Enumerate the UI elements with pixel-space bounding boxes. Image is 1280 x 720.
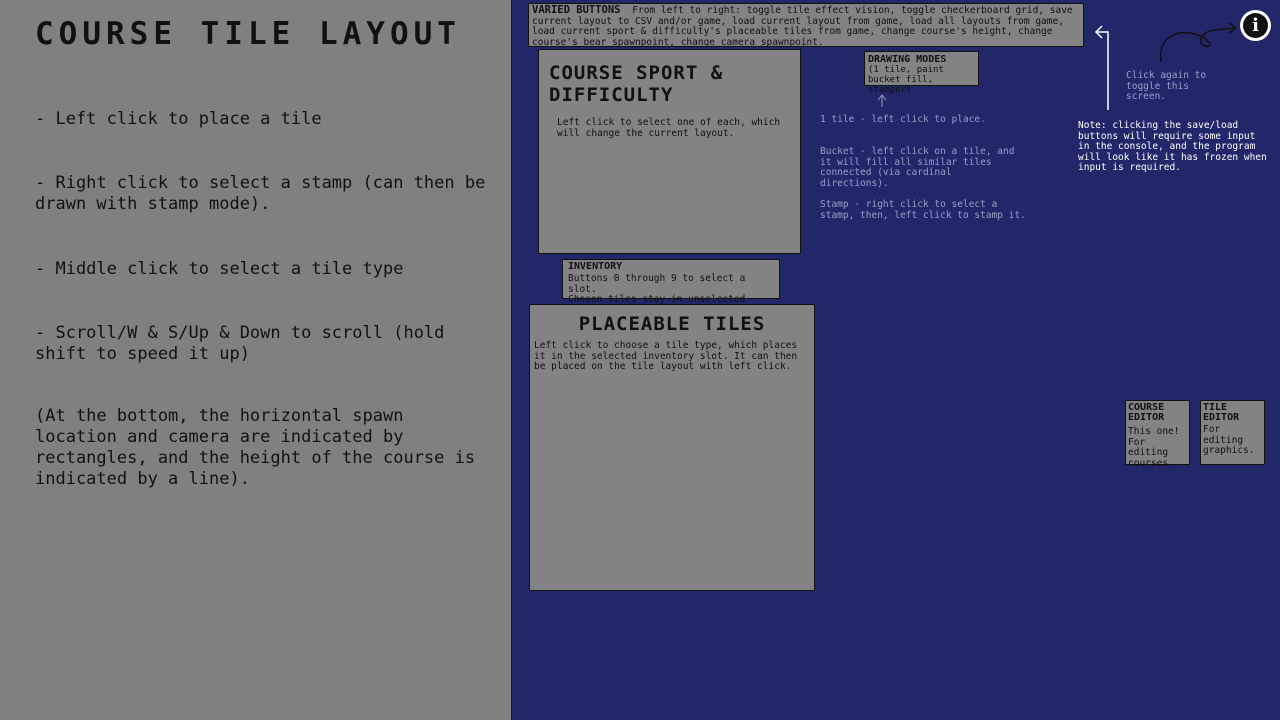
instruction-bottom-indicators: (At the bottom, the horizontal spawn loc… <box>35 406 476 489</box>
inventory-box: INVENTORY Buttons 0 through 9 to select … <box>562 259 780 315</box>
tile-editor-button[interactable]: TILE EDITOR For editing graphics. <box>1200 400 1265 465</box>
inventory-title: INVENTORY <box>568 261 623 272</box>
instruction-right-click: - Right click to select a stamp (can the… <box>35 173 486 214</box>
drawing-modes-text: (1 tile, paint bucket fill, stamper) <box>868 65 944 95</box>
course-editor-text: This one! For editing courses. <box>1128 426 1180 469</box>
info-icon: i <box>1243 13 1268 38</box>
save-load-note: Note: clicking the save/load buttons wil… <box>1078 120 1267 173</box>
course-editor-title: COURSE EDITOR <box>1128 402 1165 423</box>
toggle-screen-note: Click again to toggle this screen. <box>1126 70 1207 102</box>
placeable-tiles-title: PLACEABLE TILES <box>578 313 766 335</box>
arrow-to-info-icon <box>1159 22 1238 63</box>
instruction-left-click: - Left click to place a tile <box>35 109 322 129</box>
note-one-tile: 1 tile - left click to place. <box>820 114 986 125</box>
course-sport-text: Left click to select one of each, which … <box>557 117 781 139</box>
arrow-to-varied-buttons-icon <box>1094 25 1109 110</box>
tile-editor-title: TILE EDITOR <box>1203 402 1240 423</box>
course-sport-title: COURSE SPORT & DIFFICULTY <box>549 62 724 106</box>
note-bucket: Bucket - left click on a tile, and it wi… <box>820 146 1015 189</box>
instruction-middle-click: - Middle click to select a tile type <box>35 259 404 279</box>
drawing-modes-box: DRAWING MODES (1 tile, paint bucket fill… <box>864 51 979 95</box>
instructions-panel: COURSE TILE LAYOUT - Left click to place… <box>0 0 512 720</box>
up-arrow-icon <box>877 94 887 107</box>
note-stamp: Stamp - right click to select a stamp, t… <box>820 199 1026 221</box>
instruction-scroll: - Scroll/W & S/Up & Down to scroll (hold… <box>35 323 445 364</box>
varied-buttons-title: VARIED BUTTONS <box>532 4 621 16</box>
info-toggle-button[interactable]: i <box>1240 10 1271 41</box>
inventory-line-1: Buttons 0 through 9 to select a slot. <box>568 273 746 295</box>
placeable-tiles-box: PLACEABLE TILES Left click to choose a t… <box>529 304 815 591</box>
course-sport-difficulty-box: COURSE SPORT & DIFFICULTY Left click to … <box>538 49 801 254</box>
tile-editor-text: For editing graphics. <box>1203 424 1255 456</box>
page-title: COURSE TILE LAYOUT <box>35 16 461 52</box>
placeable-tiles-text: Left click to choose a tile type, which … <box>534 340 798 372</box>
course-editor-button[interactable]: COURSE EDITOR This one! For editing cour… <box>1125 400 1190 468</box>
drawing-modes-title: DRAWING MODES <box>868 54 947 65</box>
varied-buttons-box: VARIED BUTTONS From left to right: toggl… <box>528 3 1084 47</box>
